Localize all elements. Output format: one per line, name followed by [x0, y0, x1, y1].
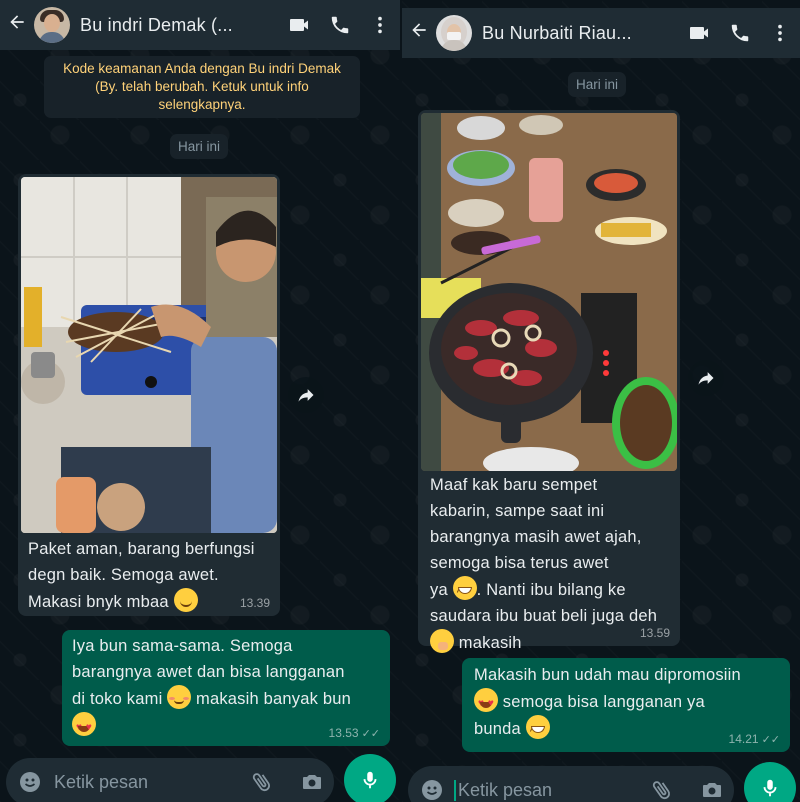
message-photo[interactable] [21, 177, 277, 533]
message-input[interactable]: Ketik pesan [54, 772, 148, 793]
chat-panel-left: Bu indri Demak (... Kode keamanan Anda d… [0, 0, 400, 802]
message-photo[interactable] [421, 113, 677, 471]
contact-name[interactable]: Bu Nurbaiti Riau... [482, 23, 632, 44]
mic-icon [763, 779, 777, 797]
message-input[interactable]: Ketik pesan [454, 779, 552, 801]
voice-call-button[interactable] [320, 14, 360, 36]
message-text-line: semoga bisa langganan ya [502, 693, 705, 711]
contact-name[interactable]: Bu indri Demak (... [80, 15, 233, 36]
attach-button[interactable] [250, 770, 274, 799]
heart-eyes-emoji-icon [72, 712, 96, 741]
paperclip-icon [652, 781, 670, 800]
phone-icon [331, 16, 349, 34]
photo-cooking-satay [21, 177, 277, 533]
incoming-message[interactable]: Maaf kak baru sempet kabarin, sampe saat… [418, 110, 680, 653]
message-input-bar[interactable]: Ketik pesan [6, 758, 334, 802]
incoming-message[interactable]: Paket aman, barang berfungsi degn baik. … [18, 174, 280, 616]
emoji-button[interactable] [420, 778, 444, 802]
message-text-line: Makasi bnyk mbaa [28, 593, 169, 611]
outgoing-message[interactable]: Iya bun sama-sama. Semoga barangnya awet… [62, 630, 390, 746]
camera-button[interactable] [700, 778, 724, 802]
message-text-line: di toko kami [72, 690, 163, 708]
message-time: 13.39 [239, 596, 270, 610]
heart-eyes-emoji-icon [474, 688, 498, 717]
message-text-line: . Nanti ibu bilang ke [476, 581, 626, 599]
camera-icon [303, 775, 321, 789]
message-text-line: Paket aman, barang berfungsi [28, 540, 255, 558]
forward-button[interactable] [288, 377, 324, 413]
message-text-line: kabarin, sampe saat ini [430, 502, 605, 520]
video-call-button[interactable] [280, 13, 320, 37]
more-vertical-icon [778, 24, 782, 42]
message-text-line: Makasih bun udah mau dipromosiin [474, 666, 741, 684]
emoji-button[interactable] [18, 770, 42, 794]
message-text-line: ya [430, 581, 448, 599]
blushing-emoji-icon [167, 685, 192, 709]
double-check-icon: ✓✓ [761, 734, 780, 746]
emoji-icon [422, 780, 442, 800]
message-text-line: semoga bisa terus awet [430, 554, 609, 572]
menu-button[interactable] [360, 14, 400, 36]
message-text-line: makasih banyak bun [196, 690, 351, 708]
chat-header: Bu indri Demak (... [0, 0, 400, 50]
double-check-icon: ✓✓ [361, 728, 380, 740]
outgoing-message[interactable]: Makasih bun udah mau dipromosiin semoga … [462, 658, 790, 752]
voice-record-button[interactable] [344, 754, 396, 802]
message-text-line: barangnya awet dan bisa langganan [72, 663, 345, 681]
phone-icon [731, 24, 749, 42]
voice-call-button[interactable] [720, 22, 760, 44]
back-button[interactable] [0, 12, 34, 38]
message-text-line: makasih [458, 634, 522, 652]
security-code-notice[interactable]: Kode keamanan Anda dengan Bu indri Demak… [44, 56, 360, 118]
photo-grill-pan [421, 113, 677, 471]
message-text-line: bunda [474, 720, 521, 738]
video-call-icon [290, 19, 308, 31]
forward-icon [698, 372, 714, 385]
grinning-emoji-icon [525, 715, 550, 744]
message-text-line: degn baik. Semoga awet. [28, 566, 219, 584]
message-text-line: Iya bun sama-sama. Semoga [72, 637, 293, 655]
attach-button[interactable] [650, 778, 674, 802]
message-time: 13.53 [328, 726, 359, 740]
message-time: 13.59 [639, 626, 670, 640]
emoji-icon [20, 772, 40, 792]
arrow-left-icon [10, 15, 24, 29]
voice-record-button[interactable] [744, 762, 796, 802]
smiling-emoji-icon [173, 588, 198, 612]
contact-avatar[interactable] [436, 15, 472, 51]
chat-panel-right: Bu Nurbaiti Riau... Hari ini Maaf kak ba… [402, 0, 800, 802]
paperclip-icon [252, 773, 270, 792]
menu-button[interactable] [760, 22, 800, 44]
more-vertical-icon [378, 16, 382, 34]
message-text-line: Maaf kak baru sempet [430, 476, 598, 494]
message-text-line: saudara ibu buat beli juga deh [430, 607, 658, 625]
chat-header: Bu Nurbaiti Riau... [402, 8, 800, 58]
hand-over-mouth-emoji-icon [430, 629, 454, 653]
mic-icon [363, 771, 377, 789]
back-button[interactable] [402, 20, 436, 46]
forward-button[interactable] [688, 360, 724, 396]
forward-icon [298, 389, 314, 402]
contact-avatar[interactable] [34, 7, 70, 43]
camera-icon [703, 783, 721, 797]
date-chip: Hari ini [568, 72, 627, 97]
video-call-button[interactable] [680, 21, 720, 45]
camera-button[interactable] [300, 770, 324, 799]
grinning-emoji-icon [452, 576, 477, 605]
message-input-bar[interactable]: Ketik pesan [408, 766, 734, 802]
date-chip: Hari ini [170, 134, 229, 159]
arrow-left-icon [412, 23, 426, 37]
message-text-line: barangnya masih awet ajah, [430, 528, 642, 546]
video-call-icon [690, 27, 708, 39]
message-time: 14.21 [728, 732, 759, 746]
